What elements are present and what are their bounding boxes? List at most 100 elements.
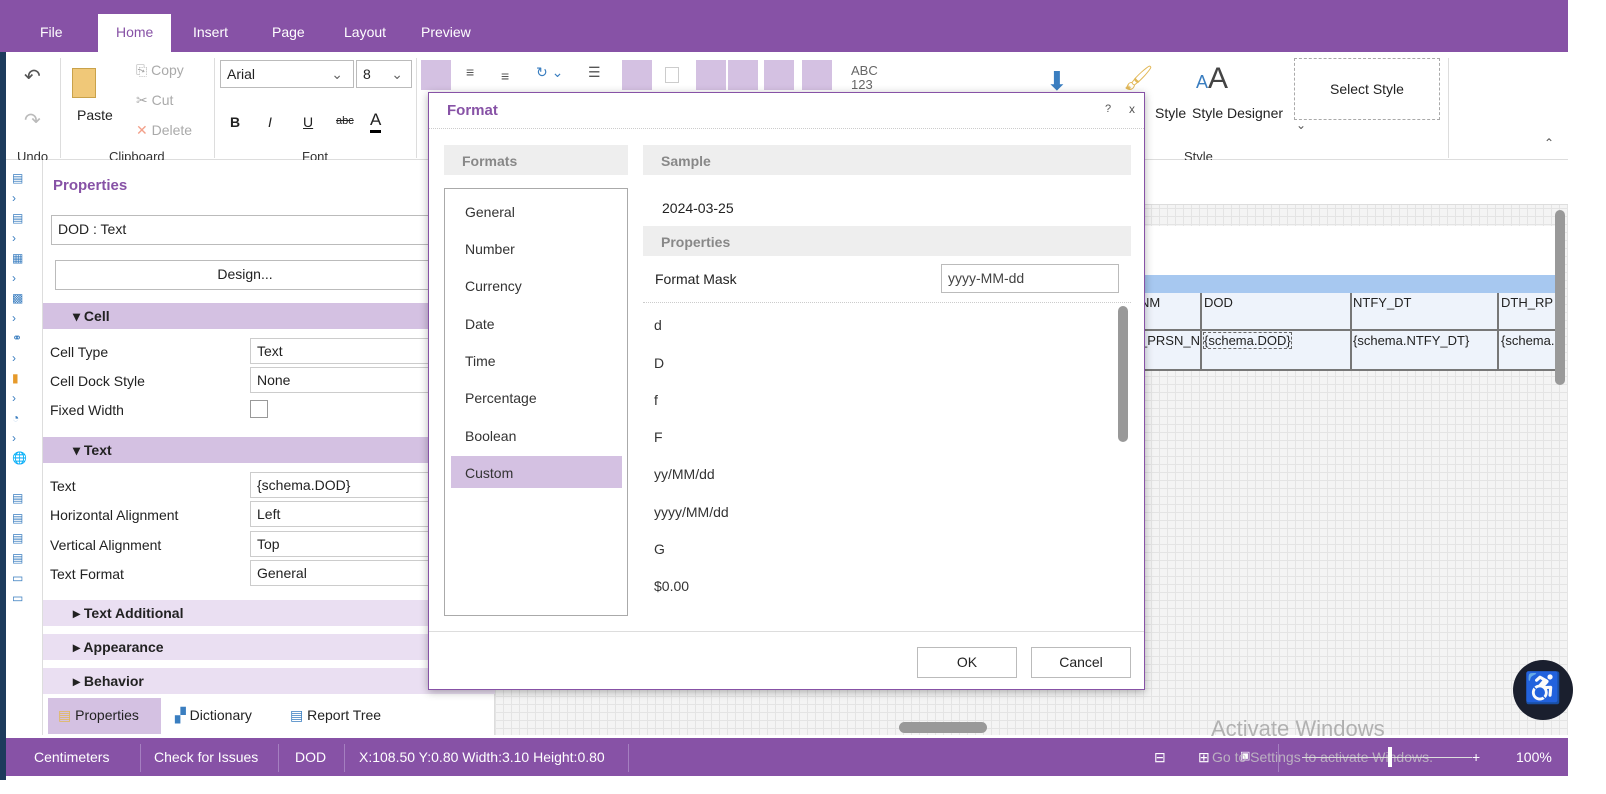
align-middle-icon[interactable]: ≡ <box>466 64 474 80</box>
help-button[interactable]: ? <box>1105 103 1111 115</box>
prop-label: Fixed Width <box>50 402 124 418</box>
horizontal-scrollbar[interactable] <box>899 722 987 733</box>
prop-label: Cell Type <box>50 344 109 360</box>
mask-item[interactable]: yyyy/MM/dd <box>654 504 729 520</box>
dialog-title: Format <box>447 102 498 119</box>
border-right-button[interactable] <box>764 60 794 90</box>
redo-icon[interactable]: ↷ <box>24 108 41 133</box>
paste-icon[interactable] <box>72 68 96 98</box>
style-button[interactable]: Style <box>1155 105 1186 121</box>
toolbox-icons[interactable]: ▤ › ▤ › ▦ › ▩ › ⚭ › ▮ › ◔ › 🌐 ▤ ▤ ▤ ▤ ▭ ▭ <box>6 160 42 616</box>
close-button[interactable]: x <box>1129 102 1135 116</box>
strikethrough-button[interactable]: abc <box>336 115 354 127</box>
format-item[interactable]: Percentage <box>465 390 537 406</box>
text-field[interactable]: {schema.DOD} <box>250 472 450 498</box>
horizontal-alignment-field[interactable]: Left <box>250 501 450 527</box>
font-color-button[interactable]: A <box>370 110 382 133</box>
cancel-button[interactable]: Cancel <box>1031 647 1131 678</box>
tab-home[interactable]: Home <box>98 14 171 52</box>
accessibility-icon[interactable]: ♿ <box>1513 660 1573 720</box>
undo-icon[interactable]: ↶ <box>24 64 41 89</box>
text-format-button[interactable]: ABC 123 <box>851 64 878 92</box>
format-mask-label: Format Mask <box>655 271 737 287</box>
tab-report-tree[interactable]: ▤ Report Tree <box>290 707 381 724</box>
table-cell[interactable]: {schema. <box>1501 333 1554 348</box>
cut-button[interactable]: ✂ Cut <box>136 92 173 109</box>
mask-list-scrollbar[interactable] <box>1118 306 1128 442</box>
tab-page[interactable]: Page <box>254 14 323 52</box>
column-header[interactable]: DTH_RP <box>1501 295 1553 310</box>
border-all-button[interactable] <box>622 60 652 90</box>
vertical-alignment-field[interactable]: Top <box>250 531 450 557</box>
tab-dictionary[interactable]: ▞ Dictionary <box>175 707 252 724</box>
tab-file[interactable]: File <box>22 14 81 52</box>
format-item-custom[interactable]: Custom <box>465 465 513 481</box>
fixed-width-checkbox[interactable] <box>250 400 268 418</box>
zoom-slider-thumb[interactable] <box>1388 747 1392 767</box>
style-designer-button[interactable]: Style Designer <box>1192 105 1283 121</box>
format-item[interactable]: Date <box>465 316 495 332</box>
mask-item[interactable]: F <box>654 429 663 445</box>
align-bottom-icon[interactable]: ≡ <box>501 68 509 84</box>
prop-label: Text Format <box>50 566 124 582</box>
border-top-button[interactable] <box>728 60 758 90</box>
format-item[interactable]: Number <box>465 241 515 257</box>
mask-item[interactable]: D <box>654 355 664 371</box>
underline-button[interactable]: U <box>303 114 313 130</box>
collapse-ribbon-icon[interactable]: ⌃ <box>1544 136 1554 150</box>
sample-value: 2024-03-25 <box>662 200 734 216</box>
cell-type-field[interactable]: Text <box>250 338 450 364</box>
prop-label: Vertical Alignment <box>50 537 162 553</box>
component-select[interactable]: DOD : Text <box>51 215 441 245</box>
text-format-field[interactable]: General <box>250 560 450 586</box>
column-header[interactable]: NTFY_DT <box>1353 295 1412 310</box>
vertical-scrollbar[interactable] <box>1555 210 1565 385</box>
mask-item[interactable]: $0.00 <box>654 578 689 594</box>
properties-title: Properties <box>53 177 128 194</box>
wordwrap-icon[interactable]: ☰ <box>588 64 601 81</box>
italic-button[interactable]: I <box>268 114 272 130</box>
table-cell[interactable]: _PRSN_N <box>1140 333 1200 348</box>
align-top-button[interactable] <box>421 60 451 90</box>
format-item[interactable]: General <box>465 204 515 220</box>
column-header[interactable]: DOD <box>1204 295 1233 310</box>
fit-width-icon[interactable]: ⊟ <box>1154 749 1166 766</box>
table-cell-selected[interactable]: {schema.DOD} <box>1203 332 1292 349</box>
mask-item[interactable]: yy/MM/dd <box>654 466 715 482</box>
style-dropdown-icon[interactable]: ⌄ <box>1296 118 1306 132</box>
bold-button[interactable]: B <box>230 114 240 130</box>
mask-item[interactable]: G <box>654 541 665 557</box>
zoom-slider[interactable] <box>1302 757 1472 758</box>
font-size-select[interactable]: 8 ⌄ <box>356 60 412 88</box>
zoom-in-icon[interactable]: + <box>1472 749 1480 765</box>
units-button[interactable]: Centimeters <box>34 749 109 765</box>
tab-properties[interactable]: ▤ Properties <box>48 698 161 734</box>
border-left-button[interactable] <box>696 60 726 90</box>
paste-button[interactable]: Paste <box>77 107 113 123</box>
rotate-icon[interactable]: ↻ ⌄ <box>536 64 563 81</box>
tab-preview[interactable]: Preview <box>403 14 489 52</box>
format-item[interactable]: Currency <box>465 278 522 294</box>
format-item[interactable]: Boolean <box>465 428 516 444</box>
border-bottom-button[interactable] <box>802 60 832 90</box>
tab-insert[interactable]: Insert <box>175 14 246 52</box>
border-none-button[interactable] <box>665 67 679 83</box>
format-mask-input[interactable]: yyyy-MM-dd <box>941 264 1119 293</box>
mask-item[interactable]: f <box>654 392 658 408</box>
design-button[interactable]: Design... <box>55 260 435 290</box>
table-cell[interactable]: {schema.NTFY_DT} <box>1353 333 1469 348</box>
delete-button[interactable]: ✕ Delete <box>136 122 192 139</box>
format-item[interactable]: Time <box>465 353 496 369</box>
font-family-select[interactable]: Arial ⌄ <box>220 60 354 88</box>
fit-height-icon[interactable]: ⊞ <box>1198 749 1210 766</box>
copy-button[interactable]: ⎘ Copy <box>136 62 184 79</box>
ok-button[interactable]: OK <box>917 647 1017 678</box>
select-style-box[interactable]: Select Style <box>1294 58 1440 120</box>
mask-item[interactable]: d <box>654 317 662 333</box>
brush-icon[interactable]: 🖌 <box>1123 64 1153 93</box>
style-designer-icon[interactable]: AA <box>1196 62 1228 96</box>
check-issues-button[interactable]: Check for Issues <box>154 749 258 765</box>
cell-dock-style-field[interactable]: None <box>250 367 450 393</box>
status-bar: Centimeters Check for Issues DOD X:108.5… <box>6 738 1568 776</box>
tab-layout[interactable]: Layout <box>326 14 404 52</box>
